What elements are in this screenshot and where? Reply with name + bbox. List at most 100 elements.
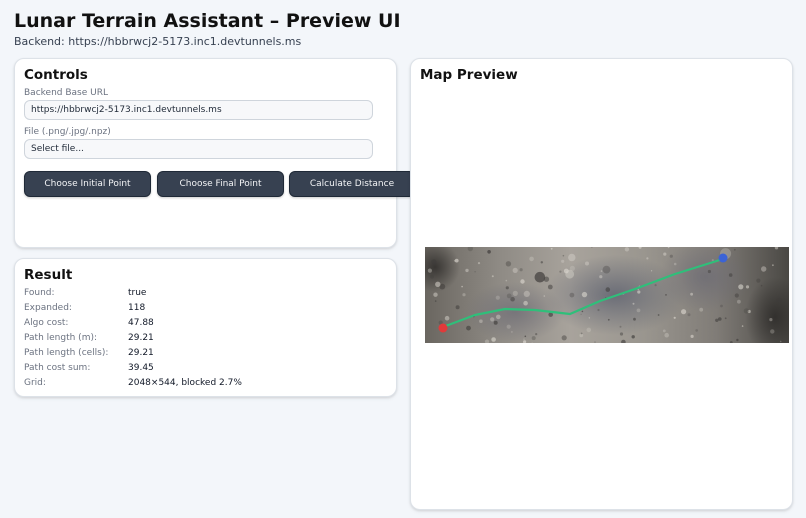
crater — [461, 285, 463, 288]
crater — [496, 314, 501, 320]
result-key: Expanded: — [24, 303, 72, 313]
choose-final-point-button[interactable]: Choose Final Point — [157, 171, 284, 197]
end-marker — [718, 253, 728, 263]
file-label: File (.png/.jpg/.npz) — [24, 127, 111, 137]
crater — [736, 338, 739, 342]
crater — [510, 296, 515, 302]
map-title: Map Preview — [420, 67, 518, 83]
crater — [669, 254, 673, 258]
crater — [772, 264, 774, 267]
crater — [619, 332, 624, 336]
crater — [512, 267, 518, 273]
crater — [511, 331, 513, 333]
result-key: Path length (m): — [24, 333, 98, 343]
controls-panel: Controls Backend Base URL https://hbbrwc… — [14, 58, 415, 248]
crater — [673, 262, 677, 266]
crater — [505, 286, 509, 290]
crater — [715, 318, 719, 322]
crater — [631, 335, 635, 339]
crater — [665, 294, 667, 296]
crater — [505, 279, 508, 282]
app-title: Lunar Terrain Assistant – Preview UI — [14, 10, 401, 32]
lunar-map-image[interactable] — [425, 247, 789, 343]
crater — [563, 268, 569, 274]
crater — [586, 327, 592, 333]
crater — [581, 291, 588, 298]
crater — [561, 259, 565, 263]
crater — [770, 329, 775, 334]
backend-url-label: Backend Base URL — [24, 88, 108, 98]
result-title: Result — [24, 267, 73, 283]
crater — [605, 287, 611, 292]
result-value: 118 — [128, 303, 146, 313]
crater — [585, 261, 589, 266]
result-key: Algo cost: — [24, 318, 69, 328]
crater — [734, 293, 739, 298]
crater — [599, 275, 603, 279]
crater — [519, 268, 523, 272]
result-value: 39.45 — [128, 363, 154, 373]
crater — [619, 325, 622, 328]
result-key: Path cost sum: — [24, 363, 91, 373]
backend-info: Backend: https://hbbrwcj2-5173.inc1.devt… — [14, 35, 302, 48]
crater — [580, 313, 582, 315]
crater — [690, 292, 693, 296]
crater — [707, 269, 711, 274]
crater — [632, 302, 635, 305]
crater — [636, 308, 641, 313]
crater — [673, 316, 676, 319]
crater — [561, 335, 567, 341]
crater — [637, 290, 641, 294]
crater — [550, 247, 553, 250]
crater — [718, 317, 722, 321]
calculate-distance-button[interactable]: Calculate Distance — [289, 171, 415, 197]
crater — [651, 270, 653, 272]
file-select-button[interactable]: Select file... — [24, 139, 373, 159]
crater — [524, 335, 527, 338]
crater — [547, 284, 553, 290]
crater — [559, 270, 562, 273]
crater — [466, 325, 471, 331]
crater — [737, 299, 741, 304]
crater — [569, 292, 575, 298]
crater — [474, 271, 476, 273]
controls-title: Controls — [24, 67, 88, 83]
crater — [741, 325, 744, 327]
crater — [681, 309, 687, 315]
crater — [455, 305, 460, 310]
result-value: 47.88 — [128, 318, 154, 328]
crater — [602, 265, 611, 274]
result-value: 29.21 — [128, 333, 154, 343]
crater — [600, 270, 603, 272]
crater — [535, 333, 538, 336]
crater — [479, 319, 483, 323]
crater — [520, 279, 525, 284]
crater — [523, 338, 525, 340]
crater — [624, 247, 630, 252]
backend-url-input[interactable]: https://hbbrwcj2-5173.inc1.devtunnels.ms — [24, 100, 373, 120]
crater — [493, 320, 498, 325]
crater — [523, 290, 530, 297]
crater — [657, 314, 660, 316]
crater — [534, 271, 546, 283]
crater — [506, 324, 511, 329]
crater — [728, 273, 733, 277]
crater — [433, 292, 438, 297]
crater — [738, 284, 744, 290]
crater — [581, 310, 584, 313]
crater — [720, 304, 723, 308]
crater — [776, 297, 782, 304]
start-marker — [438, 323, 448, 333]
crater — [733, 248, 736, 251]
crater — [491, 275, 494, 278]
choose-initial-point-button[interactable]: Choose Initial Point — [24, 171, 151, 197]
result-value: true — [128, 288, 147, 298]
crater — [495, 295, 500, 300]
crater — [523, 300, 528, 306]
crater — [529, 256, 534, 262]
crater — [779, 340, 782, 343]
result-key: Path length (cells): — [24, 348, 109, 358]
crater — [597, 308, 600, 312]
crater — [695, 329, 698, 332]
crater — [633, 317, 636, 321]
